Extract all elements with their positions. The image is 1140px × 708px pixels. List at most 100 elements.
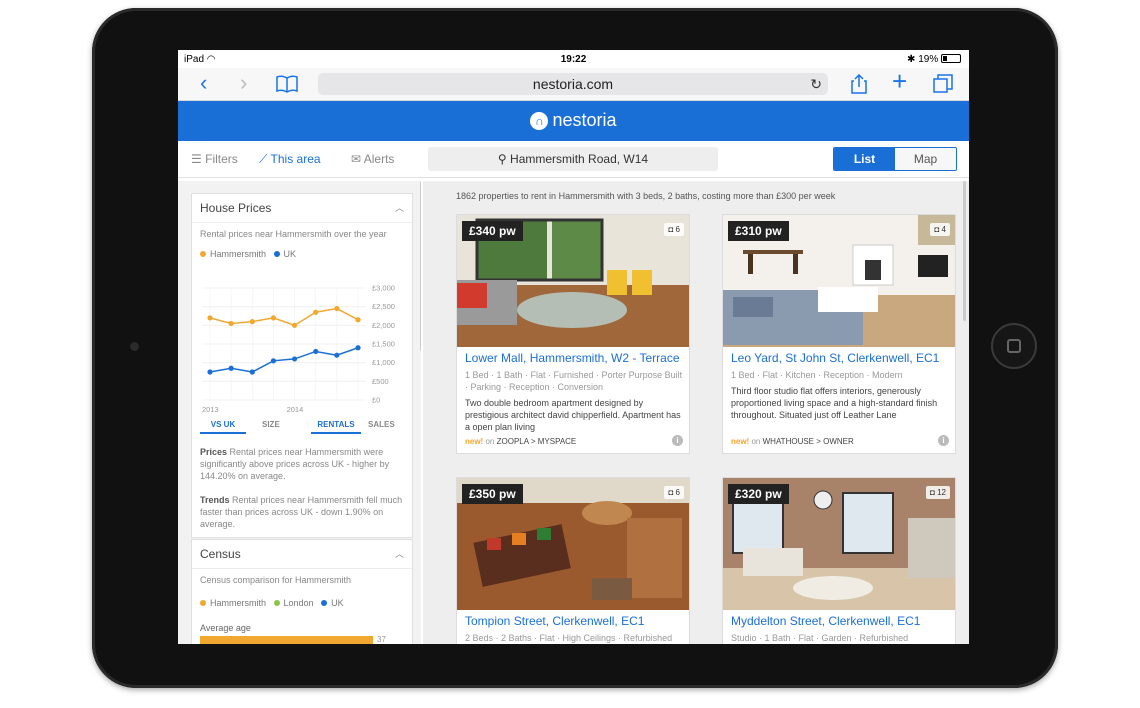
data-point (207, 315, 213, 321)
location-search-input[interactable]: ⚲ Hammersmith Road, W14 (428, 147, 718, 171)
data-point (313, 348, 319, 355)
price-line-chart: £3,000 £2,500 £2,000 £1,500 £1,000 £500 £0 2013… (202, 284, 395, 414)
average-age-value: 37 (377, 635, 386, 644)
map-view-button[interactable]: Map (895, 148, 956, 170)
y-tick-label: £2,000 (372, 321, 395, 330)
status-bar: iPad ◠ 19:22 ✱ 19% (178, 50, 969, 68)
listing-tags: Studio · 1 Bath · Flat · Garden · Refurb… (731, 633, 909, 643)
y-tick-label: £2,500 (372, 302, 395, 311)
results-summary: 1862 properties to rent in Hammersmith w… (456, 191, 836, 201)
photo-count-badge: ◘ 4 (930, 223, 950, 236)
bookmarks-icon[interactable] (276, 75, 298, 97)
price-badge: £310 pw (728, 221, 789, 241)
battery-icon (941, 54, 961, 63)
photo-count-badge: ◘ 12 (926, 486, 950, 499)
data-point (291, 322, 298, 328)
tabs-icon[interactable] (933, 74, 953, 98)
data-point (313, 309, 319, 315)
sidebar-scrollbar[interactable] (420, 181, 421, 351)
data-point (334, 352, 340, 358)
data-point (228, 365, 234, 371)
data-point (270, 358, 277, 364)
area-sidebar: House Prices ︿ Rental prices near Hammers… (178, 181, 421, 644)
listing-source[interactable]: new! on ZOOPLA > MYSPACE (465, 437, 576, 446)
listing-title[interactable]: Myddelton Street, Clerkenwell, EC1 (731, 614, 920, 628)
url-bar[interactable]: nestoria.com ↻ (318, 73, 828, 95)
chart-tabs: VS UK SIZE RENTALS SALES (200, 420, 406, 436)
data-point (355, 317, 361, 323)
x-tick-label: 2014 (287, 405, 304, 414)
average-age-bar (200, 636, 373, 644)
listing-card[interactable]: £310 pw ◘ 4 Leo Yard, St John St, Clerke… (722, 214, 956, 454)
data-point (228, 320, 234, 327)
camera-icon: ◘ (668, 488, 674, 497)
clock: 19:22 (560, 54, 587, 65)
alerts-button[interactable]: ✉ Alerts (351, 152, 394, 166)
y-tick-label: £500 (372, 377, 389, 386)
house-prices-subtitle: Rental prices near Hammersmith over the … (200, 229, 387, 239)
trends-summary: Trends Rental prices near Hammersmith fe… (200, 495, 403, 529)
new-tab-icon[interactable]: + (892, 68, 907, 94)
listing-card[interactable]: £340 pw ◘ 6 Lower Mall, Hammersmith, W2 … (456, 214, 690, 454)
trend-icon: ⟋ (259, 152, 268, 166)
info-icon[interactable]: i (672, 435, 683, 446)
listing-title[interactable]: Lower Mall, Hammersmith, W2 - Terrace (465, 351, 680, 365)
search-icon: ⚲ (497, 152, 507, 166)
house-prices-header[interactable]: House Prices ︿ (192, 194, 412, 223)
search-toolbar: ☰ Filters ⟋ This area ✉ Alerts ⚲ Hammers… (178, 141, 969, 178)
photo-count-badge: ◘ 6 (664, 223, 684, 236)
site-header: ∩ nestoria (178, 101, 969, 141)
home-button[interactable] (991, 323, 1037, 369)
y-tick-label: £0 (372, 396, 380, 405)
results-pane: 1862 properties to rent in Hammersmith w… (423, 181, 969, 644)
listing-description: Two double bedroom apartment designed by… (465, 398, 681, 432)
data-point (355, 345, 361, 351)
view-toggle: List Map (833, 147, 957, 171)
listing-title[interactable]: Leo Yard, St John St, Clerkenwell, EC1 (731, 351, 939, 365)
site-logo[interactable]: ∩ nestoria (530, 110, 617, 131)
data-point (207, 369, 213, 375)
filters-button[interactable]: ☰ Filters (191, 152, 238, 166)
legend-dot-hammersmith (200, 251, 206, 257)
bluetooth-icon: ✱ (907, 54, 916, 65)
forward-icon[interactable]: › (240, 72, 247, 94)
reload-icon[interactable]: ↻ (810, 73, 822, 95)
listing-title[interactable]: Tompion Street, Clerkenwell, EC1 (465, 614, 644, 628)
camera-icon: ◘ (930, 488, 935, 497)
price-badge: £340 pw (462, 221, 523, 241)
tab-rentals[interactable]: RENTALS (311, 420, 361, 434)
camera-icon (130, 342, 139, 351)
prices-summary: Prices Rental prices near Hammersmith we… (200, 447, 390, 481)
listing-source[interactable]: new! on WHATHOUSE > OWNER (731, 437, 854, 446)
listing-card[interactable]: £350 pw ◘ 6 Tompion Street, Clerkenwell,… (456, 477, 690, 644)
back-icon[interactable]: ‹ (200, 72, 207, 94)
data-point (270, 315, 277, 321)
this-area-button[interactable]: ⟋ This area (259, 152, 321, 167)
camera-icon: ◘ (934, 225, 940, 234)
chevron-up-icon: ︿ (394, 203, 404, 213)
photo-count-badge: ◘ 6 (664, 486, 684, 499)
census-header[interactable]: Census ︿ (192, 540, 412, 569)
info-icon[interactable]: i (938, 435, 949, 446)
list-view-button[interactable]: List (834, 148, 895, 170)
tab-vs-uk[interactable]: VS UK (200, 420, 246, 434)
y-tick-label: £1,000 (372, 358, 395, 367)
average-age-label: Average age (200, 623, 251, 633)
camera-icon: ◘ (668, 225, 674, 234)
tab-size[interactable]: SIZE (262, 420, 280, 432)
tab-sales[interactable]: SALES (368, 420, 395, 432)
listing-tags: 1 Bed · Flat · Kitchen · Reception · Mod… (731, 370, 903, 380)
listing-card[interactable]: £320 pw ◘ 12 Myddelton Street, Clerkenwe… (722, 477, 956, 644)
mail-icon: ✉ (351, 152, 362, 166)
sliders-icon: ☰ (191, 152, 202, 166)
legend-dot-london (273, 600, 280, 606)
battery-status: ✱ 19% (907, 54, 961, 65)
share-icon[interactable] (850, 73, 868, 98)
logo-icon: ∩ (530, 112, 549, 130)
screen: iPad ◠ 19:22 ✱ 19% ‹ › nestoria.com ↻ + … (178, 50, 969, 644)
data-point (249, 319, 255, 325)
listing-tags: 2 Beds · 2 Baths · Flat · High Ceilings … (465, 633, 673, 643)
results-scrollbar[interactable] (963, 181, 966, 321)
y-tick-label: £3,000 (372, 284, 395, 293)
house-prices-panel: House Prices ︿ Rental prices near Hammers… (191, 193, 413, 538)
